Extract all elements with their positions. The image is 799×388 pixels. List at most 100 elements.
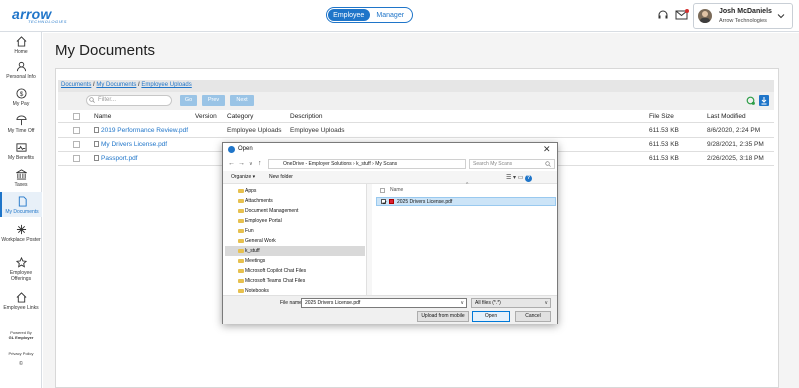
arrow-logo[interactable]: arrow TECHNOLOGIES xyxy=(12,6,82,24)
file-name: 2025 Drivers License.pdf xyxy=(397,199,453,205)
download-icon[interactable] xyxy=(759,95,769,106)
folder-icon xyxy=(238,269,244,273)
back-arrow-icon[interactable]: ← xyxy=(228,160,235,167)
sidebar-item-taxes[interactable]: Taxes xyxy=(0,167,42,189)
table-row-name[interactable]: My Drivers License.pdf xyxy=(94,141,167,148)
dollar-icon: $ xyxy=(15,88,27,99)
prev-button[interactable]: Prev xyxy=(202,95,225,106)
column-header-description[interactable]: Description xyxy=(290,113,323,120)
path-segment-k-stuff[interactable]: k_stuff xyxy=(356,161,371,167)
go-button[interactable]: Go xyxy=(180,95,197,106)
open-file-dialog: Open ✕ ← → ∨ ↑ OneDrive - Employer Solut… xyxy=(222,142,558,324)
breadcrumb-documents[interactable]: Documents xyxy=(61,82,91,88)
pdf-file-icon xyxy=(389,199,394,204)
select-all-checkbox[interactable] xyxy=(73,113,80,120)
column-header-name[interactable]: Name xyxy=(94,113,111,120)
recent-chevron-icon[interactable]: ∨ xyxy=(249,161,253,167)
dialog-search-placeholder: Search My Scans xyxy=(473,161,513,167)
privacy-policy-link[interactable]: Privacy Policy xyxy=(0,351,42,356)
cancel-button[interactable]: Cancel xyxy=(515,311,551,322)
folder-item-teams-chat-files[interactable]: Microsoft Teams Chat Files xyxy=(225,276,365,286)
headset-help-icon[interactable] xyxy=(657,9,669,21)
row-checkbox[interactable] xyxy=(73,155,80,162)
folder-icon xyxy=(238,249,244,253)
table-row-name[interactable]: Passport.pdf xyxy=(94,155,138,162)
poster-icon xyxy=(16,224,26,235)
up-arrow-icon[interactable]: ↑ xyxy=(258,160,262,167)
sidebar-item-employee-links[interactable]: Employee Links xyxy=(0,290,42,312)
folder-item-attachments[interactable]: Attachments xyxy=(225,196,365,206)
file-name[interactable]: Passport.pdf xyxy=(101,155,138,162)
star-icon xyxy=(15,257,27,268)
file-name-input[interactable]: 2025 Drivers License.pdf ∨ xyxy=(301,298,467,308)
folder-item-apps[interactable]: Apps xyxy=(225,186,365,196)
open-button[interactable]: Open xyxy=(472,311,510,322)
user-company: Arrow Technologies xyxy=(719,18,767,24)
logo-subtitle: TECHNOLOGIES xyxy=(28,19,67,24)
folder-item-fun[interactable]: Fun xyxy=(225,226,365,236)
next-button[interactable]: Next xyxy=(230,95,254,106)
powered-by-brand: GL Employer xyxy=(8,335,34,340)
person-icon xyxy=(16,61,26,72)
filter-input[interactable]: Filter... xyxy=(86,95,172,106)
folder-item-k-stuff[interactable]: k_stuff xyxy=(225,246,365,256)
column-header-category[interactable]: Category xyxy=(227,113,253,120)
sidebar-item-my-documents[interactable]: My Documents xyxy=(0,192,42,217)
row-checkbox[interactable] xyxy=(73,141,80,148)
organize-menu[interactable]: Organize ▾ xyxy=(231,174,255,180)
row-checkbox[interactable] xyxy=(73,127,80,134)
folder-icon xyxy=(238,189,244,193)
folder-item-document-management[interactable]: Document Management xyxy=(225,206,365,216)
sidebar-item-my-pay[interactable]: $ My Pay xyxy=(0,86,42,108)
breadcrumb-my-documents[interactable]: My Documents xyxy=(96,82,136,88)
folder-item-employee-portal[interactable]: Employee Portal xyxy=(225,216,365,226)
close-icon[interactable]: ✕ xyxy=(543,144,551,155)
file-type-select[interactable]: All files (*.*) ∨ xyxy=(471,298,551,308)
dialog-titlebar[interactable]: Open ✕ xyxy=(223,143,557,157)
sidebar-item-my-time-off[interactable]: My Time Off xyxy=(0,113,42,135)
select-all-files-checkbox[interactable] xyxy=(380,188,385,193)
sidebar-item-my-benefits[interactable]: My Benefits xyxy=(0,140,42,162)
forward-arrow-icon[interactable]: → xyxy=(238,160,245,167)
upload-from-mobile-button[interactable]: Upload from mobile xyxy=(417,311,469,322)
view-options-icon[interactable]: ☰ ▾ ▭ ? xyxy=(506,174,533,182)
file-name[interactable]: My Drivers License.pdf xyxy=(101,141,167,148)
chevron-down-icon[interactable] xyxy=(777,12,785,20)
employee-role-tab[interactable]: Employee xyxy=(328,9,370,21)
path-segment-my-scans[interactable]: My Scans xyxy=(375,161,397,167)
table-row-category: Employee Uploads xyxy=(227,127,282,134)
role-toggle[interactable]: Employee Manager xyxy=(326,7,413,23)
sidebar-item-workplace-poster[interactable]: Workplace Poster xyxy=(0,222,42,248)
column-header-last-modified[interactable]: Last Modified xyxy=(707,113,746,120)
file-type-value: All files (*.*) xyxy=(475,300,501,306)
file-checkbox[interactable] xyxy=(381,199,387,205)
file-list: Name ^ 2025 Drivers License.pdf xyxy=(372,182,557,295)
chevron-down-icon[interactable]: ∨ xyxy=(460,299,464,307)
sidebar-item-personal-info[interactable]: Personal Info xyxy=(0,59,42,81)
folder-label: Notebooks xyxy=(245,288,269,294)
folder-item-general-work[interactable]: General Work xyxy=(225,236,365,246)
user-menu[interactable]: Josh McDaniels Arrow Technologies xyxy=(693,3,793,29)
folder-item-copilot-chat-files[interactable]: Microsoft Copilot Chat Files xyxy=(225,266,365,276)
path-segment-onedrive[interactable]: OneDrive - Employer Solutions xyxy=(283,161,352,167)
file-row[interactable]: 2025 Drivers License.pdf xyxy=(376,197,556,206)
sort-up-icon: ^ xyxy=(466,182,469,188)
breadcrumb-employee-uploads[interactable]: Employee Uploads xyxy=(141,82,191,88)
sidebar-item-home[interactable]: Home xyxy=(0,34,42,56)
mail-icon[interactable] xyxy=(675,9,689,21)
table-row-name[interactable]: 2019 Performance Review.pdf xyxy=(94,127,188,134)
dialog-search-input[interactable]: Search My Scans xyxy=(469,159,555,169)
sidebar-item-employee-offerings[interactable]: Employee Offerings xyxy=(0,255,42,282)
new-folder-button[interactable]: New folder xyxy=(269,174,293,180)
file-name[interactable]: 2019 Performance Review.pdf xyxy=(101,127,188,134)
column-header-version[interactable]: Version xyxy=(195,113,217,120)
manager-role-tab[interactable]: Manager xyxy=(370,9,412,21)
table-row-modified: 8/6/2020, 2:24 PM xyxy=(707,127,761,134)
refresh-icon[interactable] xyxy=(746,96,755,105)
address-bar[interactable]: OneDrive - Employer Solutions › k_stuff … xyxy=(268,159,507,169)
folder-item-meetings[interactable]: Meetings xyxy=(225,256,365,266)
folder-item-notebooks[interactable]: Notebooks xyxy=(225,286,365,295)
column-header-file-size[interactable]: File Size xyxy=(649,113,674,120)
dialog-nav-bar: ← → ∨ ↑ OneDrive - Employer Solutions › … xyxy=(223,157,557,171)
column-header-name[interactable]: Name xyxy=(390,187,403,193)
